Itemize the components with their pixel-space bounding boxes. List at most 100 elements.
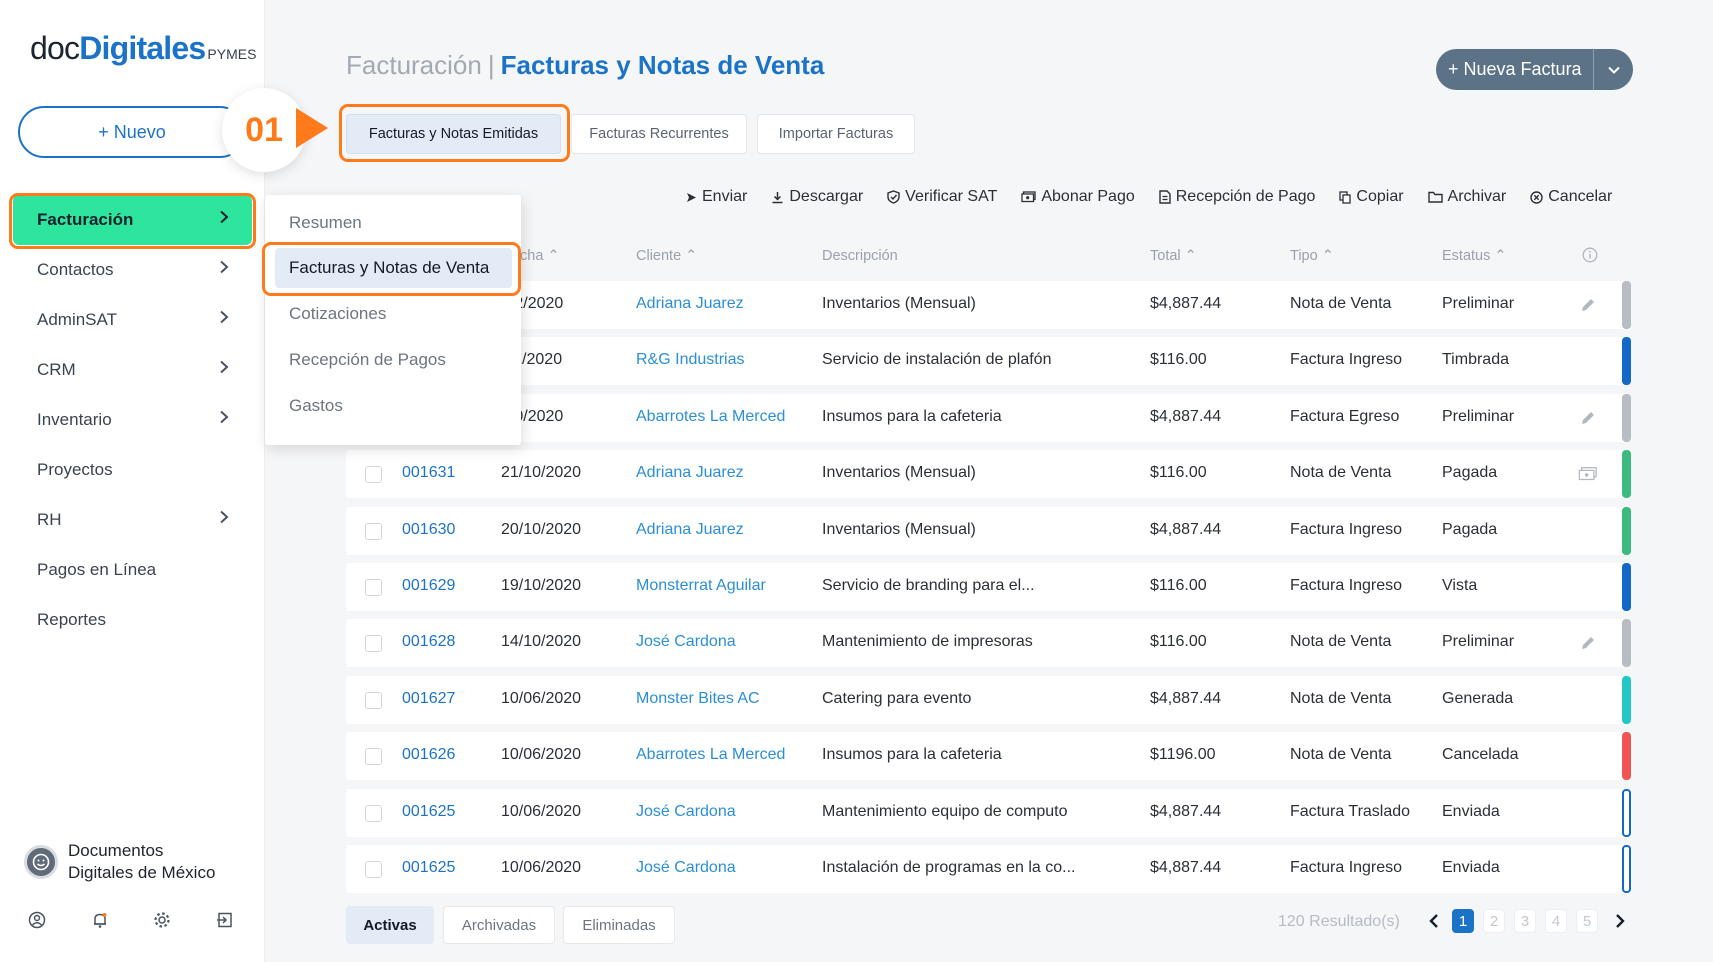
page-button-2[interactable]: 2	[1483, 909, 1505, 933]
table-row[interactable]: /11/2020 R&G Industrias Servicio de instal…	[346, 337, 1631, 386]
row-cliente[interactable]: Monsterrat Aguilar	[636, 577, 766, 595]
verify-sat-button[interactable]: Verificar SAT	[887, 188, 997, 206]
new-button[interactable]: + Nuevo	[18, 106, 246, 158]
brand-logo[interactable]: docDigitales PYMES	[30, 30, 256, 67]
header-total[interactable]: Total ⌃	[1150, 248, 1197, 264]
row-number[interactable]: 001629	[402, 577, 455, 595]
copy-button[interactable]: Copiar	[1339, 188, 1404, 206]
sidebar-item-7[interactable]: Pagos en Línea	[0, 545, 265, 595]
sidebar-item-1[interactable]: Contactos	[0, 245, 265, 295]
table-row[interactable]: /10/2020 Abarrotes La Merced Insumos para …	[346, 393, 1631, 442]
row-tipo: Factura Ingreso	[1290, 858, 1403, 876]
payment-receipt-button[interactable]: Recepción de Pago	[1159, 188, 1315, 206]
row-cliente[interactable]: José Cardona	[636, 803, 736, 821]
submenu-item-2[interactable]: Cotizaciones	[265, 294, 521, 334]
row-cliente[interactable]: R&G Industrias	[636, 351, 744, 369]
header-fecha[interactable]: cha ⌃	[520, 248, 560, 264]
pay-button[interactable]: Abonar Pago	[1021, 188, 1135, 206]
pencil-icon[interactable]	[1578, 295, 1598, 315]
row-cliente[interactable]: Abarrotes La Merced	[636, 408, 785, 426]
bottom-tab-eliminadas[interactable]: Eliminadas	[563, 906, 675, 944]
row-estatus: Generada	[1442, 689, 1514, 707]
company-profile[interactable]: Documentos Digitales de México	[24, 840, 215, 884]
row-checkbox[interactable]	[365, 578, 382, 596]
send-button[interactable]: Enviar	[686, 188, 747, 206]
header-estatus[interactable]: Estatus ⌃	[1442, 248, 1507, 264]
company-avatar	[24, 845, 58, 879]
row-total: $116.00	[1150, 576, 1207, 594]
cancel-button[interactable]: Cancelar	[1530, 188, 1612, 206]
pencil-icon[interactable]	[1578, 408, 1598, 428]
row-number[interactable]: 001626	[402, 746, 455, 764]
table-row[interactable]: 001629 19/10/2020 Monsterrat Aguilar Servic…	[346, 562, 1631, 611]
row-cliente[interactable]: Monster Bites AC	[636, 690, 760, 708]
download-button[interactable]: Descargar	[771, 188, 863, 206]
submenu-item-1[interactable]: Facturas y Notas de Venta	[275, 248, 512, 288]
info-icon[interactable]	[1582, 247, 1598, 267]
tab-recurrentes[interactable]: Facturas Recurrentes	[571, 114, 747, 154]
new-invoice-button[interactable]: + Nueva Factura	[1436, 49, 1593, 90]
page-button-4[interactable]: 4	[1545, 909, 1567, 933]
cash-icon[interactable]	[1578, 464, 1598, 484]
row-checkbox[interactable]	[365, 691, 382, 709]
tab-importar[interactable]: Importar Facturas	[757, 114, 915, 154]
sidebar-item-4[interactable]: Inventario	[0, 395, 265, 445]
table-row[interactable]: 001625 10/06/2020 José Cardona Instalación …	[346, 844, 1631, 893]
table-row[interactable]: 001627 10/06/2020 Monster Bites AC Catering…	[346, 675, 1631, 724]
bottom-tab-archivadas[interactable]: Archivadas	[443, 906, 555, 944]
row-tipo: Factura Egreso	[1290, 407, 1400, 425]
pencil-icon[interactable]	[1578, 633, 1598, 653]
user-icon[interactable]	[26, 909, 48, 931]
page-button-5[interactable]: 5	[1576, 909, 1598, 933]
row-number[interactable]: 001625	[402, 803, 455, 821]
row-number[interactable]: 001630	[402, 521, 455, 539]
sidebar-item-8[interactable]: Reportes	[0, 595, 265, 645]
status-indicator	[1622, 562, 1631, 611]
bottom-tab-activas[interactable]: Activas	[346, 906, 434, 944]
submenu-item-4[interactable]: Gastos	[265, 386, 521, 426]
row-number[interactable]: 001631	[402, 464, 455, 482]
row-descripcion: Servicio de branding para el...	[822, 576, 1035, 594]
row-number[interactable]: 001627	[402, 690, 455, 708]
table-row[interactable]: 001631 21/10/2020 Adriana Juarez Inventario…	[346, 450, 1631, 499]
row-checkbox[interactable]	[365, 748, 382, 766]
row-cliente[interactable]: Adriana Juarez	[636, 464, 744, 482]
sidebar-item-3[interactable]: CRM	[0, 345, 265, 395]
row-checkbox[interactable]	[365, 860, 382, 878]
bell-icon[interactable]	[89, 909, 111, 931]
table-row[interactable]: 001625 10/06/2020 José Cardona Mantenimient…	[346, 788, 1631, 837]
header-cliente[interactable]: Cliente ⌃	[636, 248, 697, 264]
table-row[interactable]: /12/2020 Adriana Juarez Inventarios (Mensu…	[346, 281, 1631, 329]
row-checkbox[interactable]	[365, 635, 382, 653]
new-invoice-dropdown[interactable]	[1593, 49, 1633, 90]
next-page-button[interactable]	[1610, 909, 1630, 933]
row-number[interactable]: 001628	[402, 633, 455, 651]
row-cliente[interactable]: Adriana Juarez	[636, 521, 744, 539]
row-checkbox[interactable]	[365, 466, 382, 484]
sidebar-item-5[interactable]: Proyectos	[0, 445, 265, 495]
logout-icon[interactable]	[214, 909, 236, 931]
sidebar-item-2[interactable]: AdminSAT	[0, 295, 265, 345]
page-button-1[interactable]: 1	[1452, 909, 1474, 933]
tab-emitidas[interactable]: Facturas y Notas Emitidas	[346, 114, 561, 154]
page-button-3[interactable]: 3	[1514, 909, 1536, 933]
row-cliente[interactable]: José Cardona	[636, 633, 736, 651]
header-tipo[interactable]: Tipo ⌃	[1290, 248, 1334, 264]
submenu-item-3[interactable]: Recepción de Pagos	[265, 340, 521, 380]
row-cliente[interactable]: Abarrotes La Merced	[636, 746, 785, 764]
sidebar-item-0[interactable]: Facturación	[13, 195, 252, 245]
row-cliente[interactable]: José Cardona	[636, 859, 736, 877]
row-tipo: Nota de Venta	[1290, 464, 1392, 482]
row-checkbox[interactable]	[365, 804, 382, 822]
archive-button[interactable]: Archivar	[1427, 188, 1506, 206]
row-cliente[interactable]: Adriana Juarez	[636, 295, 744, 313]
table-row[interactable]: 001626 10/06/2020 Abarrotes La Merced Insum…	[346, 732, 1631, 781]
gear-icon[interactable]	[151, 909, 173, 931]
sidebar-item-6[interactable]: RH	[0, 495, 265, 545]
submenu-item-0[interactable]: Resumen	[265, 203, 521, 243]
table-row[interactable]: 001630 20/10/2020 Adriana Juarez Inventario…	[346, 506, 1631, 555]
row-number[interactable]: 001625	[402, 859, 455, 877]
prev-page-button[interactable]	[1424, 909, 1444, 933]
table-row[interactable]: 001628 14/10/2020 José Cardona Mantenimient…	[346, 619, 1631, 668]
row-checkbox[interactable]	[365, 522, 382, 540]
